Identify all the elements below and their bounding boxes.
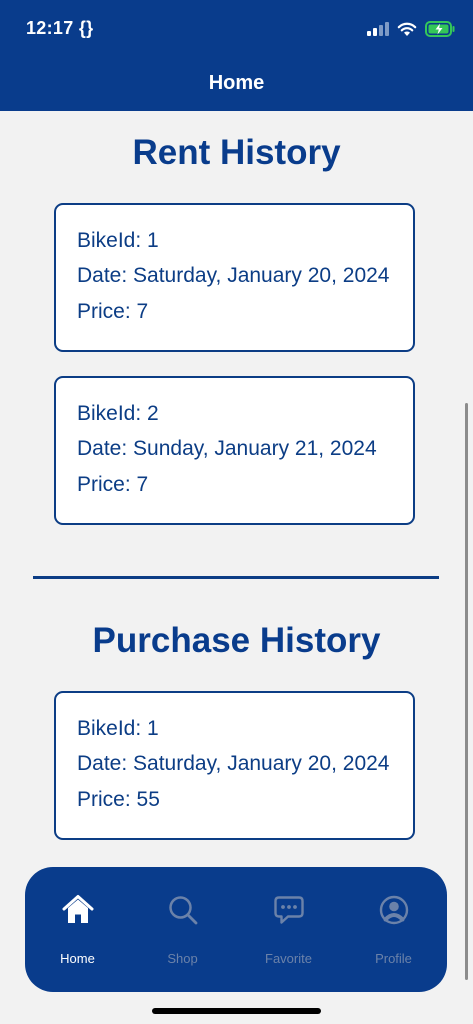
tab-label: Profile <box>375 951 412 966</box>
bike-id: BikeId: 1 <box>77 229 159 252</box>
home-icon <box>25 892 130 928</box>
rent-date: Date: Sunday, January 21, 2024 <box>77 437 377 460</box>
tab-home[interactable]: Home <box>25 867 130 992</box>
battery-icon <box>425 21 455 37</box>
purchase-price: Price: 55 <box>77 788 160 811</box>
wifi-icon <box>397 22 417 36</box>
tab-label: Home <box>60 951 95 966</box>
rent-date: Date: Saturday, January 20, 2024 <box>77 264 390 287</box>
rent-history-title: Rent History <box>132 133 341 172</box>
bike-id: BikeId: 2 <box>77 402 159 425</box>
chat-icon <box>236 892 341 928</box>
tab-label: Favorite <box>265 951 312 966</box>
app-header: 12:17 {} Home <box>0 0 473 111</box>
purchase-date: Date: Saturday, January 20, 2024 <box>77 752 390 775</box>
bike-id: BikeId: 1 <box>77 717 159 740</box>
scrollbar[interactable] <box>465 403 468 980</box>
tab-profile[interactable]: Profile <box>341 867 446 992</box>
signal-icon <box>367 22 389 36</box>
status-icons <box>367 18 455 40</box>
purchase-history-title: Purchase History <box>92 621 381 660</box>
profile-icon <box>341 892 446 928</box>
tab-shop[interactable]: Shop <box>130 867 235 992</box>
header-title: Home <box>208 72 265 94</box>
rent-history-card: BikeId: 2 Date: Sunday, January 21, 2024… <box>54 376 415 525</box>
bottom-tab-bar: Home Shop Favorite Profile <box>25 867 447 992</box>
rent-history-card: BikeId: 1 Date: Saturday, January 20, 20… <box>54 203 415 352</box>
purchase-history-card: BikeId: 1 Date: Saturday, January 20, 20… <box>54 691 415 840</box>
search-icon <box>130 892 235 928</box>
status-time: 12:17 {} <box>26 18 94 38</box>
rent-price: Price: 7 <box>77 300 149 323</box>
section-divider <box>33 576 439 579</box>
tab-favorite[interactable]: Favorite <box>236 867 341 992</box>
home-indicator[interactable] <box>152 1008 321 1014</box>
tab-label: Shop <box>167 951 198 966</box>
rent-price: Price: 7 <box>77 473 149 496</box>
